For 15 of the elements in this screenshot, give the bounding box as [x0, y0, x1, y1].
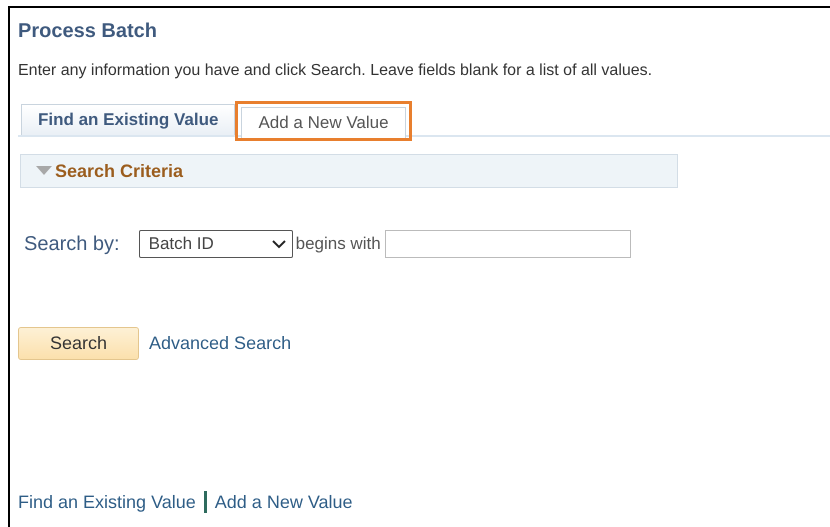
section-header[interactable]: Search Criteria — [20, 154, 678, 188]
section-title: Search Criteria — [55, 160, 184, 182]
advanced-search-link[interactable]: Advanced Search — [149, 333, 292, 354]
search-input[interactable] — [384, 230, 631, 258]
chevron-icon — [272, 240, 286, 248]
field-dropdown[interactable]: Batch ID — [138, 230, 293, 258]
tab[interactable]: Add a New Value — [241, 107, 406, 138]
footer-link[interactable]: Find an Existing Value — [18, 492, 196, 512]
footer-link[interactable]: Add a New Value — [214, 492, 353, 512]
tab[interactable]: Find an Existing Value — [21, 104, 236, 135]
search-by-label: Search by: — [24, 232, 120, 256]
instructions: Enter any information you have and click Search. Leave fields blank for a list of all values. — [18, 62, 652, 80]
search-button[interactable]: Search — [18, 327, 139, 360]
operator-label: begins with — [296, 234, 381, 254]
page-title: Process Batch — [18, 20, 157, 43]
